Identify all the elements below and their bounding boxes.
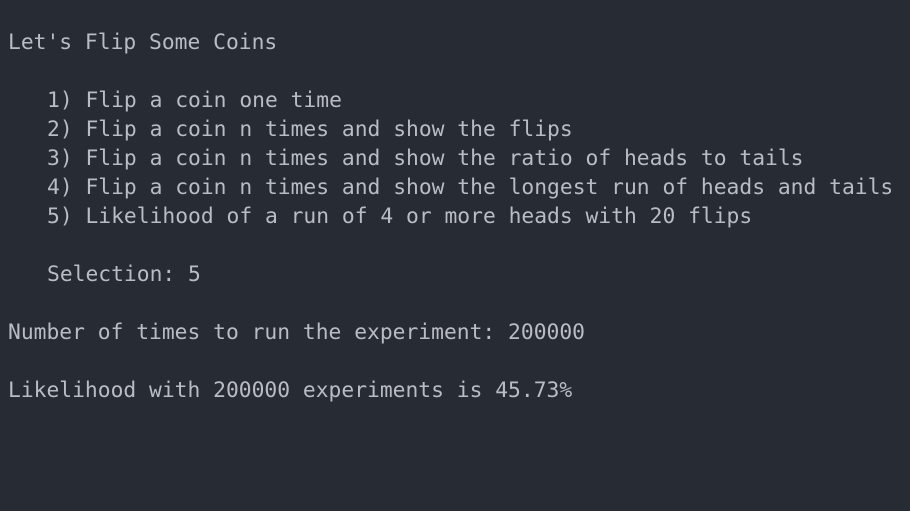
experiment-count-prompt: Number of times to run the experiment: 2… <box>8 320 585 345</box>
program-title: Let's Flip Some Coins <box>8 30 278 55</box>
menu-option-3: 3) Flip a coin n times and show the rati… <box>47 146 804 171</box>
selection-line: Selection: 5 <box>47 262 201 287</box>
menu-option-5: 5) Likelihood of a run of 4 or more head… <box>47 204 753 229</box>
result-line: Likelihood with 200000 experiments is 45… <box>8 378 573 403</box>
terminal-window[interactable]: Let's Flip Some Coins 1) Flip a coin one… <box>0 0 910 511</box>
menu-option-4: 4) Flip a coin n times and show the long… <box>47 175 894 200</box>
menu-option-1: 1) Flip a coin one time <box>47 88 342 113</box>
menu-option-2: 2) Flip a coin n times and show the flip… <box>47 117 573 142</box>
